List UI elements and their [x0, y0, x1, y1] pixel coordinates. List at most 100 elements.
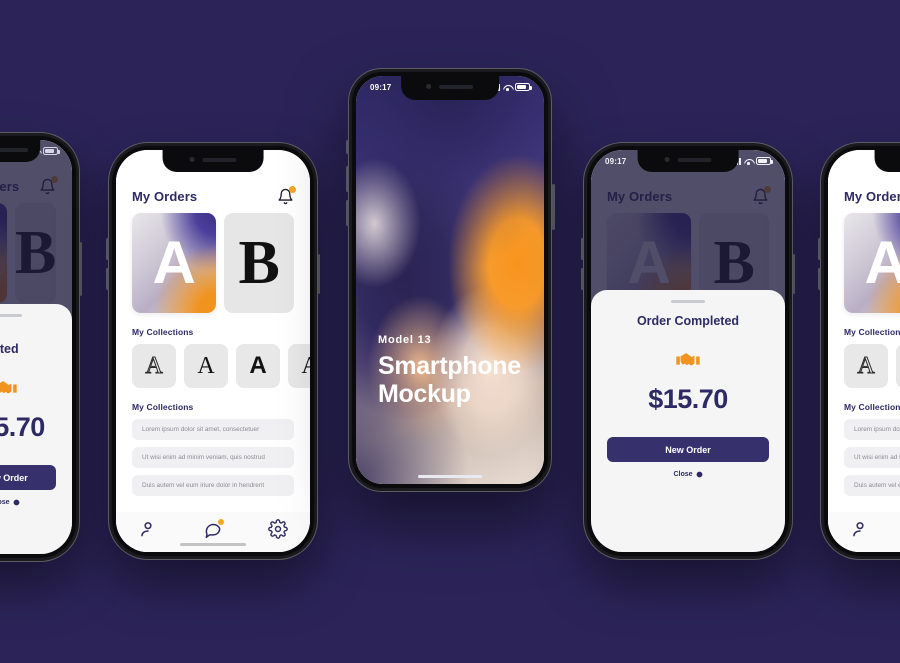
featured-card-b[interactable]: B — [224, 213, 294, 313]
order-amount: $15.70 — [0, 412, 45, 442]
collections-section-title: My Collections — [844, 327, 900, 337]
volume-up-button[interactable] — [345, 166, 349, 192]
collection-tile[interactable]: A — [896, 344, 900, 388]
collections-list: Lorem ipsum dolor sit amet, consectetuer… — [116, 419, 310, 496]
person-icon — [141, 522, 152, 537]
hero-name-line-2: Mockup — [378, 380, 471, 408]
bell-icon[interactable] — [277, 186, 296, 205]
volume-up-button[interactable] — [818, 238, 821, 260]
list-item[interactable]: Lorem ipsum dolor sit amet, consectetuer — [844, 419, 900, 440]
phone-5-app-header: My Orders — [828, 176, 900, 213]
sidebar-item-profile[interactable] — [138, 519, 158, 539]
bottom-tab-bar — [828, 512, 900, 552]
list-item[interactable]: Duis autem vel eum iriure dolor in hendr… — [844, 475, 900, 496]
battery-icon — [515, 83, 532, 91]
sheet-title: Order Completed — [0, 342, 19, 356]
phone-1-screen: 09:17 My Orders — [0, 140, 72, 554]
phone-4-order-completed: My Orders A B My Collections A A — [581, 142, 795, 560]
collection-tile[interactable]: A — [288, 344, 310, 388]
home-indicator — [180, 542, 246, 546]
person-icon — [853, 522, 864, 537]
volume-down-button[interactable] — [106, 268, 109, 290]
list-item[interactable]: Lorem ipsum dolor sit amet, consectetuer — [132, 419, 294, 440]
close-sheet-button[interactable]: Close — [0, 499, 20, 506]
phone-4-screen: My Orders A B My Collections A A — [591, 150, 785, 552]
list-section-title: My Collections — [844, 402, 900, 412]
phone-2-my-orders: 09:17 My Orders — [106, 142, 320, 560]
list-item[interactable]: Ut wisi enim ad minim veniam, quis nostr… — [132, 447, 294, 468]
collection-tile[interactable]: A — [132, 344, 176, 388]
sidebar-item-settings[interactable] — [267, 519, 288, 539]
volume-down-button[interactable] — [818, 268, 821, 290]
volume-down-button[interactable] — [345, 200, 349, 226]
hero-product-name: Smartphone Mockup — [378, 352, 521, 408]
power-button[interactable] — [317, 254, 320, 294]
phone-2-notch — [162, 150, 264, 172]
page-title: My Orders — [132, 189, 198, 204]
wifi-icon — [269, 158, 278, 165]
collections-section-title: My Collections — [132, 327, 194, 337]
collection-tiles: A A A A — [116, 344, 310, 388]
hero-text-block: Model 13 Smartphone Mockup — [378, 334, 521, 408]
power-button[interactable] — [79, 242, 82, 296]
new-order-button[interactable]: New Order — [607, 437, 769, 462]
new-order-button[interactable]: New Order — [0, 465, 56, 490]
handshake-icon — [0, 374, 19, 402]
collection-tile[interactable]: A — [184, 344, 228, 388]
collections-list: Lorem ipsum dolor sit amet, consectetuer… — [828, 419, 900, 496]
featured-cards: A B — [828, 213, 900, 313]
hero-model-label: Model 13 — [378, 334, 432, 346]
wallpaper-overlay — [356, 76, 544, 484]
battery-icon — [43, 147, 60, 155]
phone-5-app: My Orders A B My Collections A A — [828, 150, 900, 552]
volume-down-button[interactable] — [581, 268, 584, 290]
featured-card-a[interactable]: A — [844, 213, 900, 313]
mute-switch[interactable] — [345, 140, 349, 154]
phone-5-my-orders: My Orders A B My Collections A A — [818, 142, 900, 560]
volume-up-button[interactable] — [106, 238, 109, 260]
list-item[interactable]: Duis autem vel eum iriure dolor in hendr… — [132, 475, 294, 496]
status-time: 09:17 — [370, 82, 392, 92]
collection-tile[interactable]: A — [236, 344, 280, 388]
phone-2-app-header: My Orders — [116, 176, 310, 213]
phone-2-screen: 09:17 My Orders — [116, 150, 310, 552]
gear-icon — [267, 519, 288, 539]
sidebar-item-messages[interactable] — [203, 519, 224, 539]
phone-4-notch — [637, 150, 739, 172]
chat-badge — [217, 519, 224, 525]
featured-card-a[interactable]: A — [132, 213, 217, 313]
close-label: Close — [673, 471, 693, 478]
phone-3-notch — [401, 76, 499, 100]
sheet-title: Order Completed — [636, 314, 740, 328]
battery-icon — [756, 157, 773, 165]
close-sheet-button[interactable]: Close — [673, 471, 702, 478]
wifi-icon — [744, 158, 753, 165]
list-section-title: My Collections — [132, 402, 194, 412]
battery-icon — [281, 157, 296, 165]
phone-1-order-completed: 09:17 My Orders — [0, 132, 82, 562]
bottom-tab-bar — [116, 512, 310, 552]
list-item[interactable]: Ut wisi enim ad minim veniam, quis nostr… — [844, 447, 900, 468]
power-button[interactable] — [792, 254, 795, 294]
order-completed-sheet: Order Completed $15.70 New Order Close — [591, 290, 785, 552]
sheet-grabber[interactable] — [671, 300, 705, 303]
close-label: Close — [0, 499, 10, 506]
power-button[interactable] — [551, 184, 555, 230]
bell-badge — [289, 186, 296, 193]
sheet-grabber[interactable] — [0, 314, 22, 317]
featured-cards: A B — [116, 213, 310, 313]
phone-5-screen: My Orders A B My Collections A A — [828, 150, 900, 552]
home-indicator — [418, 474, 482, 478]
hero-name-line-1: Smartphone — [378, 352, 521, 380]
wifi-icon — [503, 84, 512, 91]
phone-2-app: 09:17 My Orders — [116, 150, 310, 552]
status-time: 09:17 — [605, 156, 627, 166]
status-time: 09:17 — [130, 157, 151, 166]
sidebar-item-profile[interactable] — [850, 519, 870, 539]
mockup-stage: 09:17 My Orders — [0, 0, 900, 663]
collection-tile[interactable]: A — [844, 344, 888, 388]
collection-tiles: A A A A — [828, 344, 900, 388]
volume-up-button[interactable] — [581, 238, 584, 260]
phone-1-notch — [0, 140, 40, 162]
order-amount: $15.70 — [648, 384, 728, 414]
